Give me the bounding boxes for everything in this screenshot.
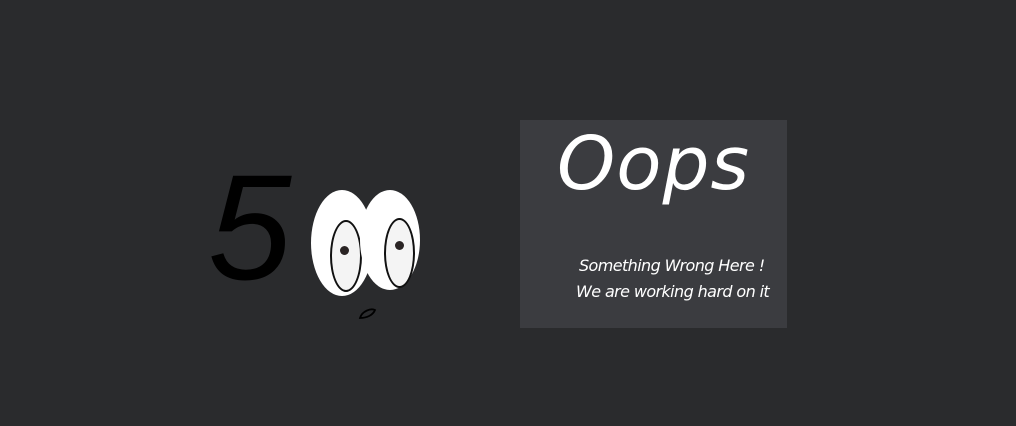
- error-heading: Oops: [556, 121, 751, 207]
- error-code-digit-five: 5: [208, 143, 291, 311]
- error-code-illustration: 5: [200, 152, 440, 330]
- right-eye: [360, 190, 420, 290]
- mouth-shape: [358, 308, 377, 319]
- right-eye-pupil: [395, 241, 404, 250]
- right-eye-pupil-ring: [384, 218, 415, 288]
- error-message-line-1: Something Wrong Here !: [579, 256, 765, 275]
- left-eye-pupil: [340, 246, 349, 255]
- error-message-line-2: We are working hard on it: [576, 282, 770, 301]
- left-eye-pupil-ring: [330, 220, 362, 292]
- error-message-panel: Oops Something Wrong Here ! We are worki…: [520, 120, 787, 328]
